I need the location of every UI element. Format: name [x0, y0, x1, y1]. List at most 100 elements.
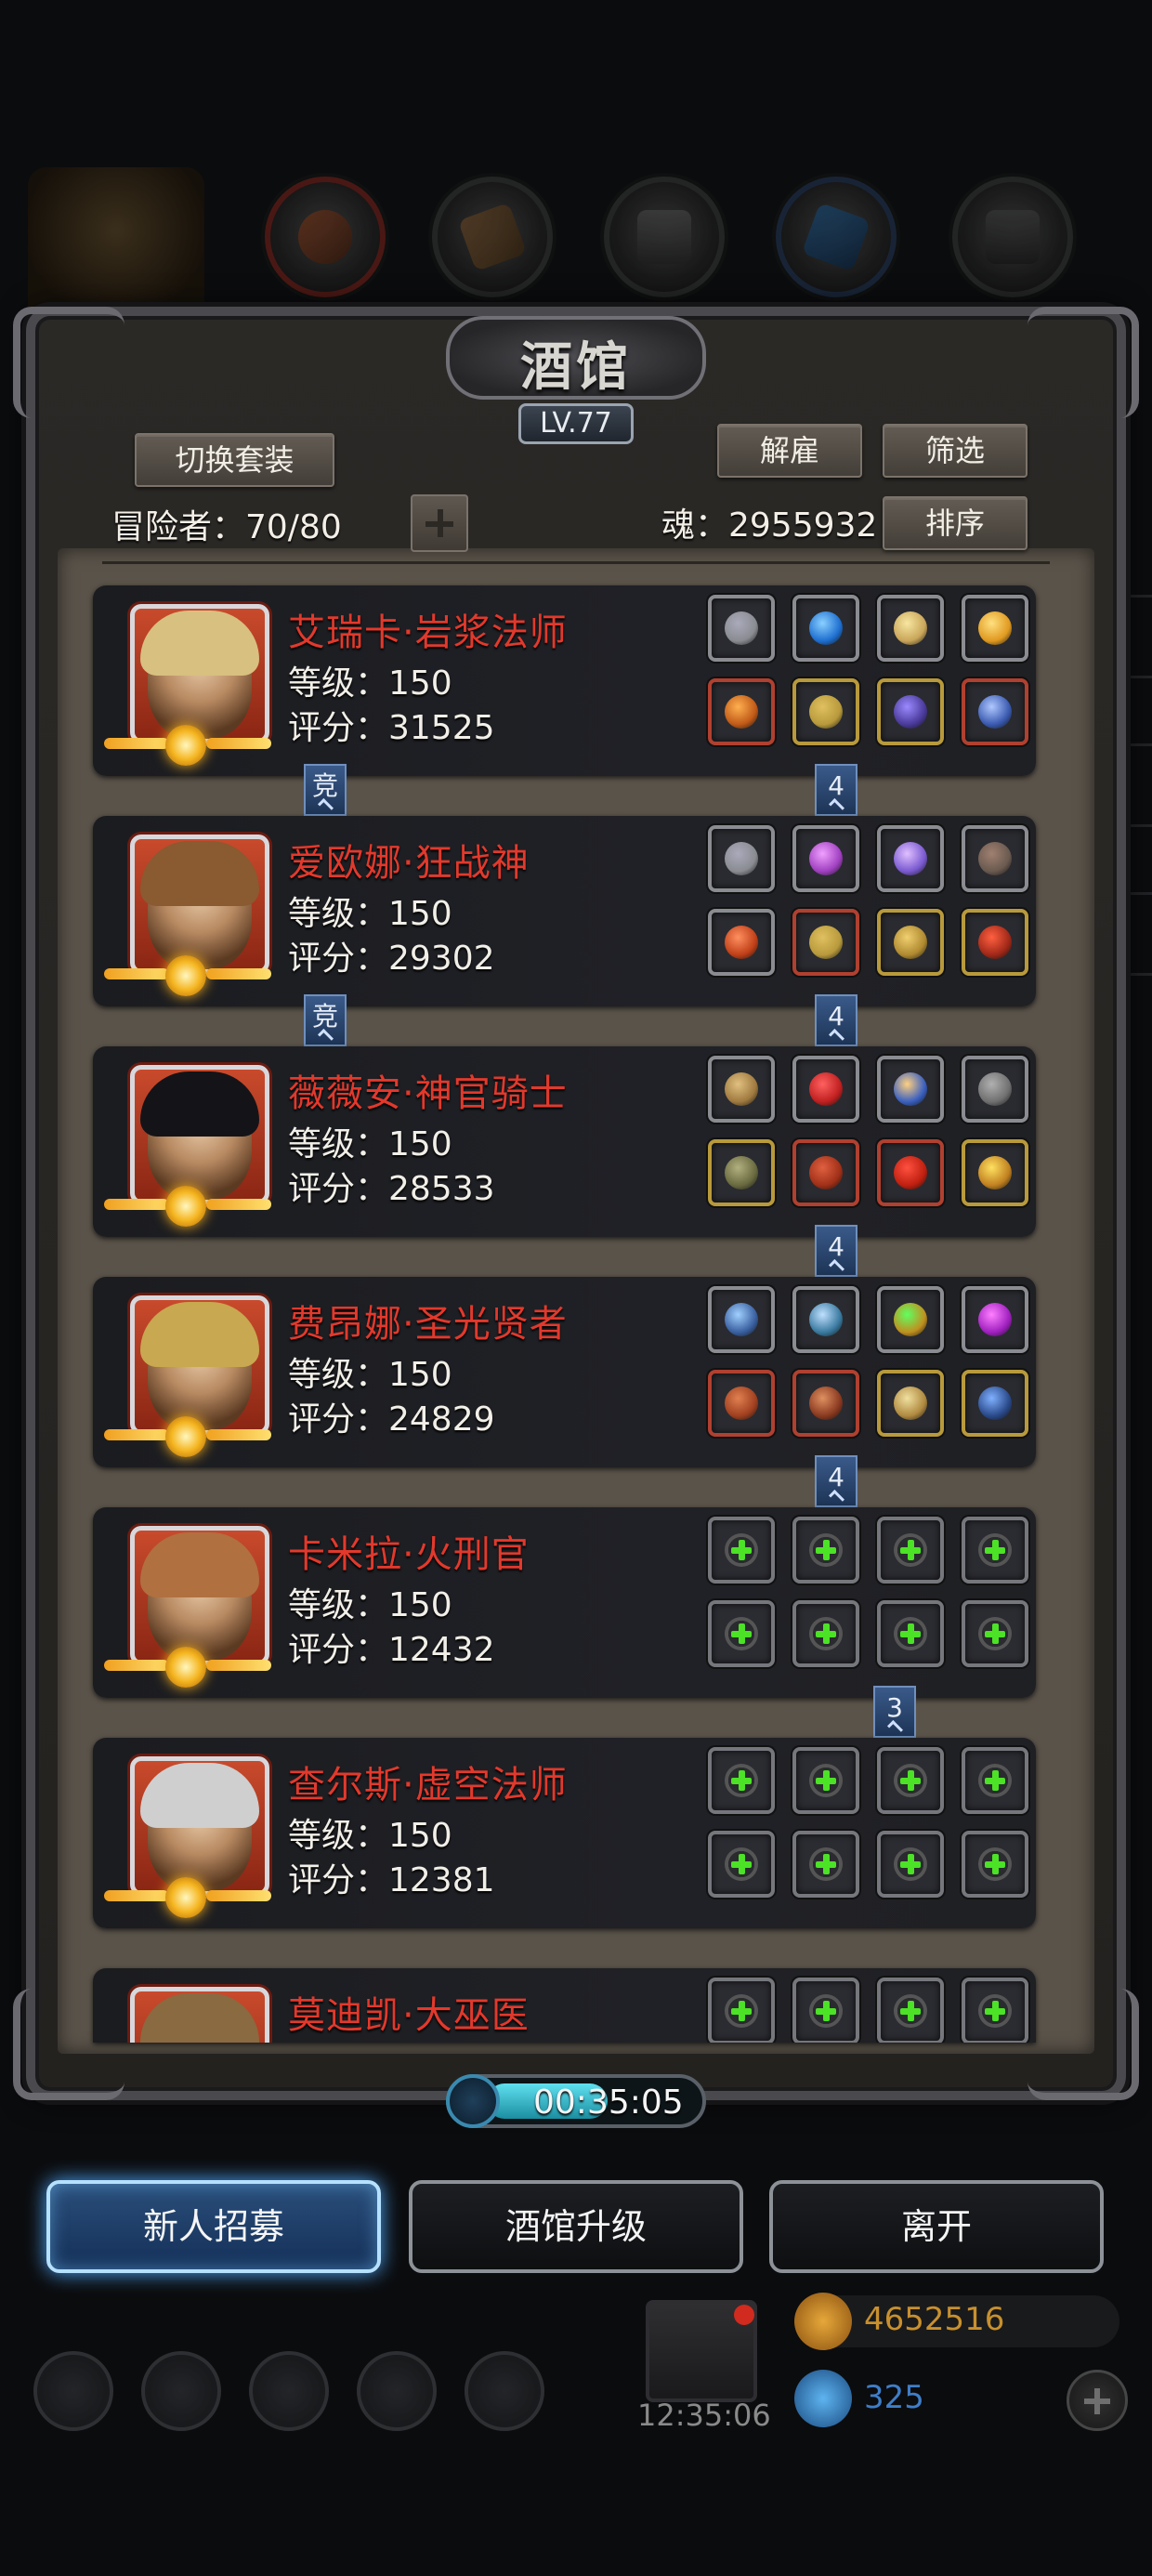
equipment-slot-icon[interactable] [877, 1056, 944, 1123]
player-avatar[interactable] [28, 167, 204, 325]
empty-slot-plus-icon[interactable] [962, 1831, 1028, 1898]
equipment-slot-icon[interactable] [962, 1056, 1028, 1123]
bag-icon[interactable] [465, 2351, 544, 2431]
equipment-slot-icon[interactable] [792, 678, 859, 745]
equipment-slot-icon[interactable] [962, 909, 1028, 976]
hero-portrait[interactable] [130, 604, 269, 743]
empty-slot-plus-icon[interactable] [962, 1978, 1028, 2043]
hero-card[interactable]: 爱欧娜·狂战神 等级：150 评分：29302 [93, 816, 1036, 1006]
hero-score: 评分：29302 [288, 940, 495, 978]
equipment-slot-icon[interactable] [792, 1286, 859, 1353]
equipment-slot-icon[interactable] [792, 1056, 859, 1123]
plus-icon [978, 1764, 1012, 1797]
recruit-button[interactable]: 新人招募 [46, 2180, 381, 2273]
equipment-slot-icon[interactable] [708, 595, 775, 662]
equipment-slot-icon[interactable] [962, 678, 1028, 745]
empty-slot-plus-icon[interactable] [877, 1747, 944, 1814]
hero-card[interactable]: 费昂娜·圣光贤者 等级：150 评分：24829 [93, 1277, 1036, 1467]
equipment-slot-icon[interactable] [962, 825, 1028, 892]
filter-button[interactable]: 筛选 [883, 424, 1028, 478]
empty-slot-plus-icon[interactable] [708, 1978, 775, 2043]
hero-portrait[interactable] [130, 1295, 269, 1435]
equipment-slot-icon[interactable] [877, 595, 944, 662]
empty-slot-plus-icon[interactable] [962, 1600, 1028, 1667]
equipment-slot-icon[interactable] [877, 1139, 944, 1206]
empty-slot-plus-icon[interactable] [962, 1747, 1028, 1814]
upgrade-tavern-button[interactable]: 酒馆升级 [409, 2180, 743, 2273]
hero-card[interactable]: 薇薇安·神官骑士 等级：150 评分：28533 [93, 1046, 1036, 1237]
empty-slot-plus-icon[interactable] [708, 1600, 775, 1667]
empty-slot-plus-icon[interactable] [877, 1600, 944, 1667]
empty-slot-plus-icon[interactable] [877, 1831, 944, 1898]
hero-portrait[interactable] [130, 1526, 269, 1665]
empty-slot-plus-icon[interactable] [962, 1517, 1028, 1584]
equipment-slot-icon[interactable] [877, 678, 944, 745]
hero-card[interactable]: 查尔斯·虚空法师 等级：150 评分：12381 [93, 1738, 1036, 1928]
leave-button[interactable]: 离开 [769, 2180, 1104, 2273]
hero-card[interactable]: 莫迪凯·大巫医 [93, 1968, 1036, 2043]
equipment-item-icon [894, 1387, 927, 1420]
empty-slot-plus-icon[interactable] [792, 1978, 859, 2043]
equipment-slot-icon[interactable] [877, 1286, 944, 1353]
empty-slot-plus-icon[interactable] [792, 1747, 859, 1814]
hero-hair [140, 1532, 259, 1597]
equipment-slot-icon[interactable] [708, 909, 775, 976]
equipment-slot-icon[interactable] [792, 1139, 859, 1206]
empty-slot-plus-icon[interactable] [708, 1831, 775, 1898]
guild-icon[interactable] [249, 2351, 329, 2431]
achievement-icon[interactable] [141, 2351, 221, 2431]
hero-card[interactable]: 艾瑞卡·岩浆法师 等级：150 评分：31525 [93, 585, 1036, 776]
hero-name: 费昂娜·圣光贤者 [288, 1303, 568, 1346]
equipment-slot-icon[interactable] [708, 1056, 775, 1123]
settings-icon[interactable] [33, 2351, 113, 2431]
equipment-item-icon [978, 1072, 1012, 1106]
switch-outfit-button[interactable]: 切换套装 [135, 433, 334, 487]
hero-card[interactable]: 卡米拉·火刑官 等级：150 评分：12432 [93, 1507, 1036, 1698]
empty-slot-plus-icon[interactable] [708, 1517, 775, 1584]
empty-slot-plus-icon[interactable] [792, 1831, 859, 1898]
empty-slot-plus-icon[interactable] [792, 1517, 859, 1584]
equipment-slot-icon[interactable] [792, 1370, 859, 1437]
mail-icon[interactable] [357, 2351, 437, 2431]
sort-button[interactable]: 排序 [883, 496, 1028, 550]
hero-portrait[interactable] [130, 1065, 269, 1204]
hero-name: 莫迪凯·大巫医 [288, 1994, 530, 2037]
hero-hair [140, 611, 259, 676]
equipment-slot-icon[interactable] [962, 595, 1028, 662]
hero-level: 等级：150 [288, 1817, 452, 1855]
equipment-slot-icon[interactable] [708, 1286, 775, 1353]
equipment-slot-icon[interactable] [877, 825, 944, 892]
expand-capacity-button[interactable] [411, 494, 468, 552]
hero-portrait[interactable] [130, 1987, 269, 2043]
equipment-slot-icon[interactable] [792, 909, 859, 976]
dismiss-button[interactable]: 解雇 [717, 424, 862, 478]
add-currency-button[interactable] [1067, 2370, 1128, 2431]
soul-count: 魂：2955932 [661, 506, 878, 545]
equipment-item-icon [725, 926, 758, 959]
equipment-slot-icon[interactable] [962, 1370, 1028, 1437]
equipment-item-icon [725, 1387, 758, 1420]
equipment-slot-icon[interactable] [962, 1139, 1028, 1206]
empty-slot-plus-icon[interactable] [877, 1978, 944, 2043]
set-count-tag: 4 [815, 994, 857, 1046]
plus-icon [894, 1994, 927, 2028]
equipment-slot-icon[interactable] [792, 825, 859, 892]
hero-name: 爱欧娜·狂战神 [288, 842, 530, 885]
hero-portrait[interactable] [130, 1756, 269, 1896]
rank-emblem-icon [104, 725, 271, 766]
equipment-slot-icon[interactable] [877, 1370, 944, 1437]
hero-portrait[interactable] [130, 835, 269, 974]
empty-slot-plus-icon[interactable] [708, 1747, 775, 1814]
equipment-slot-icon[interactable] [792, 595, 859, 662]
equipment-slot-icon[interactable] [877, 909, 944, 976]
equipment-slot-icon[interactable] [708, 825, 775, 892]
equipment-slot-icon[interactable] [962, 1286, 1028, 1353]
equipment-item-icon [725, 1303, 758, 1336]
equipment-slot-icon[interactable] [708, 1139, 775, 1206]
empty-slot-plus-icon[interactable] [792, 1600, 859, 1667]
equipment-slot-icon[interactable] [708, 1370, 775, 1437]
plus-icon [894, 1764, 927, 1797]
equipment-item-icon [809, 926, 843, 959]
equipment-slot-icon[interactable] [708, 678, 775, 745]
empty-slot-plus-icon[interactable] [877, 1517, 944, 1584]
